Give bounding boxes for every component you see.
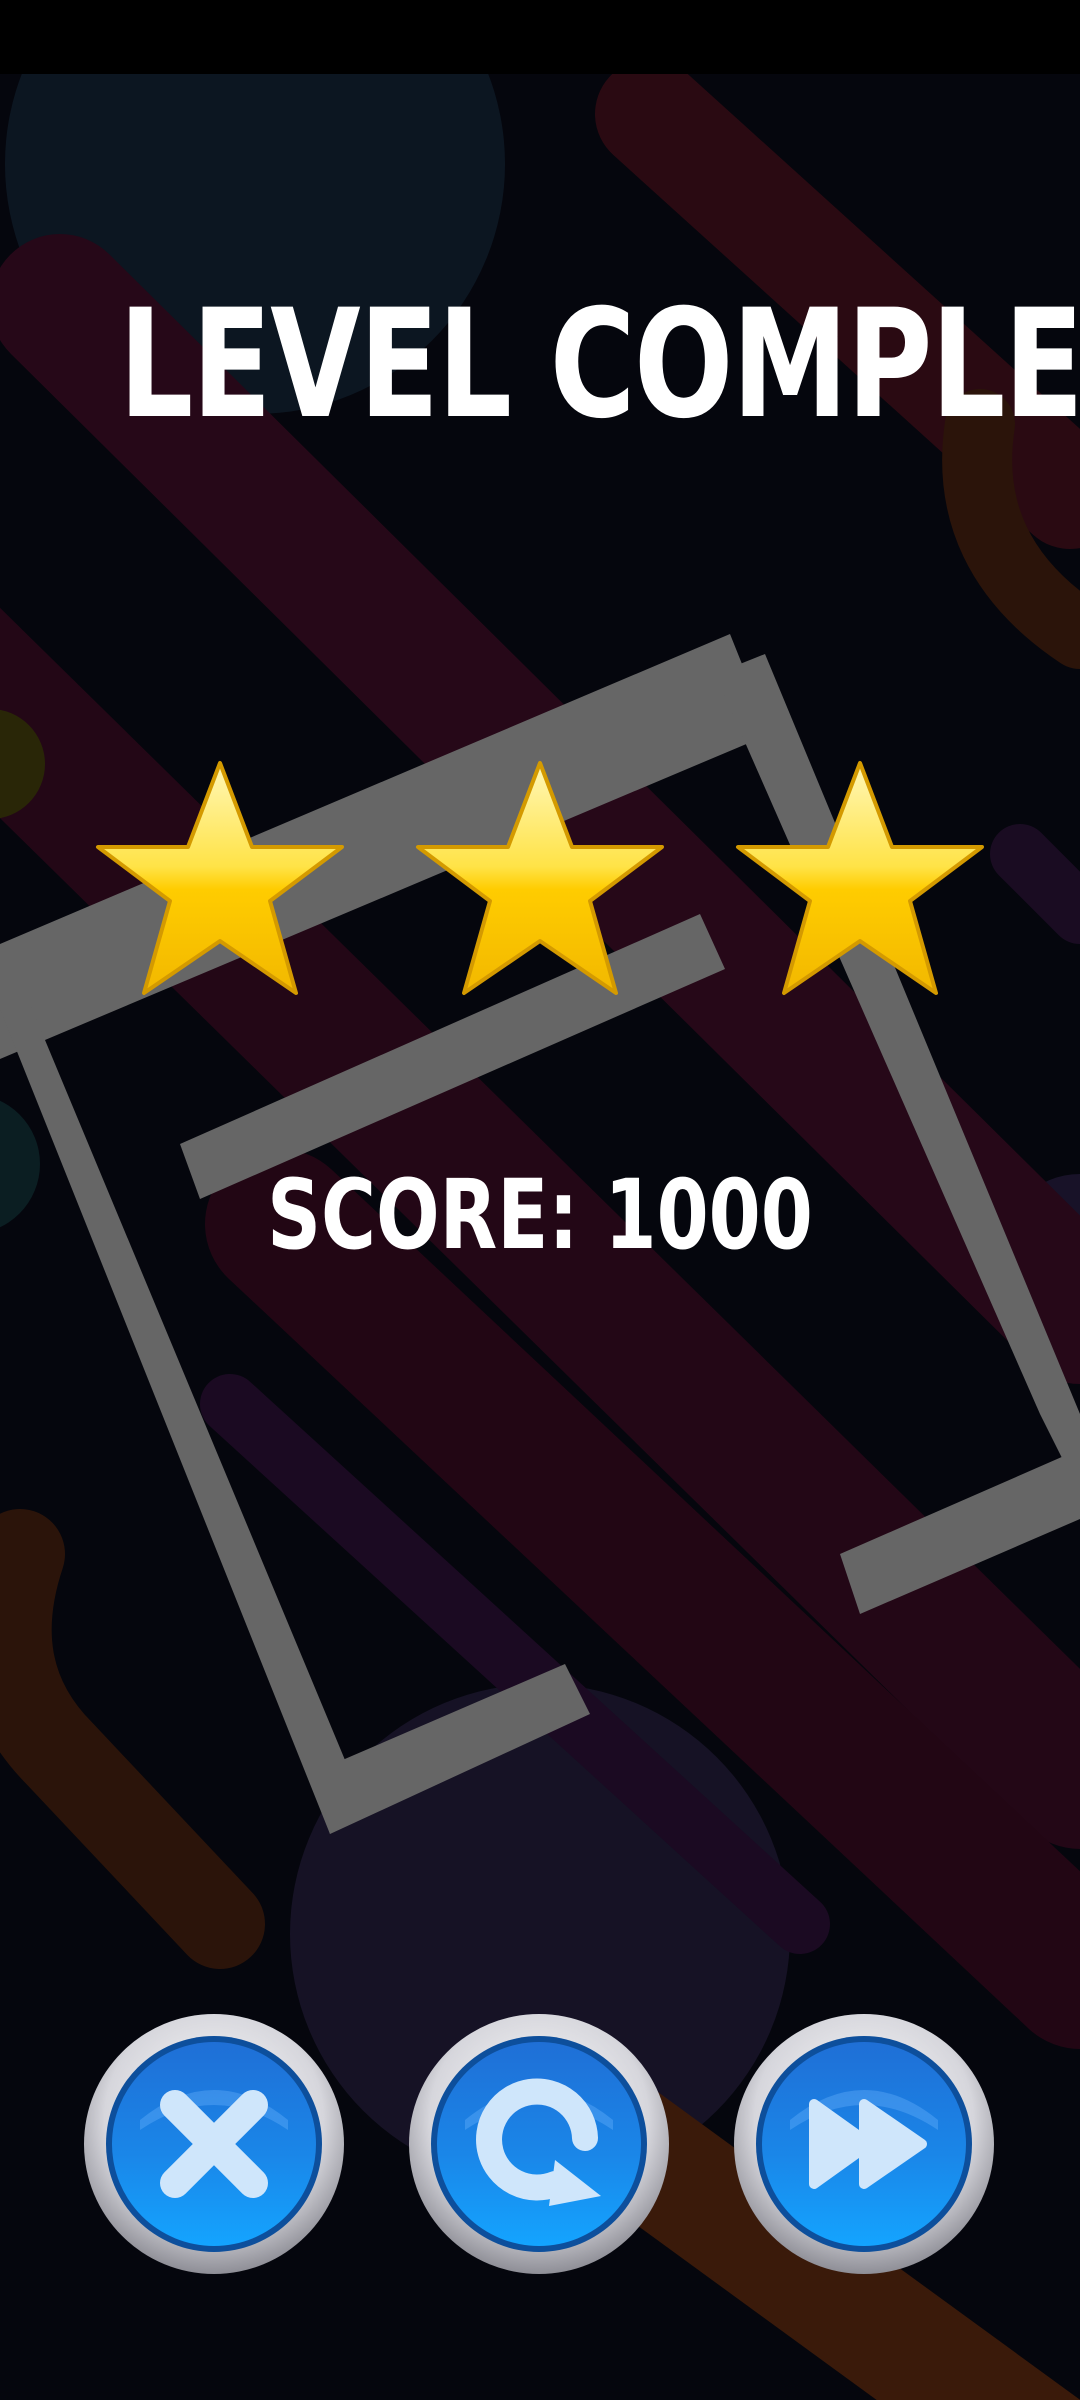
close-x-icon (84, 2014, 344, 2274)
close-button[interactable] (80, 2010, 348, 2278)
star-icon (96, 761, 344, 995)
level-complete-title: LEVEL COMPLETE (118, 278, 1080, 452)
next-level-button[interactable] (730, 2010, 998, 2278)
replay-button[interactable] (405, 2010, 673, 2278)
status-bar (0, 0, 1080, 74)
replay-arrow-icon (409, 2014, 669, 2274)
star-icon (736, 761, 984, 995)
score-text: SCORE: 1000 (267, 1159, 813, 1271)
level-complete-screen: LEVEL COMPLETE SCORE: 1000 (0, 0, 1080, 2400)
star-rating (0, 755, 1080, 1005)
action-buttons (0, 2010, 1080, 2280)
fast-forward-icon (734, 2014, 994, 2274)
star-icon (416, 761, 664, 995)
